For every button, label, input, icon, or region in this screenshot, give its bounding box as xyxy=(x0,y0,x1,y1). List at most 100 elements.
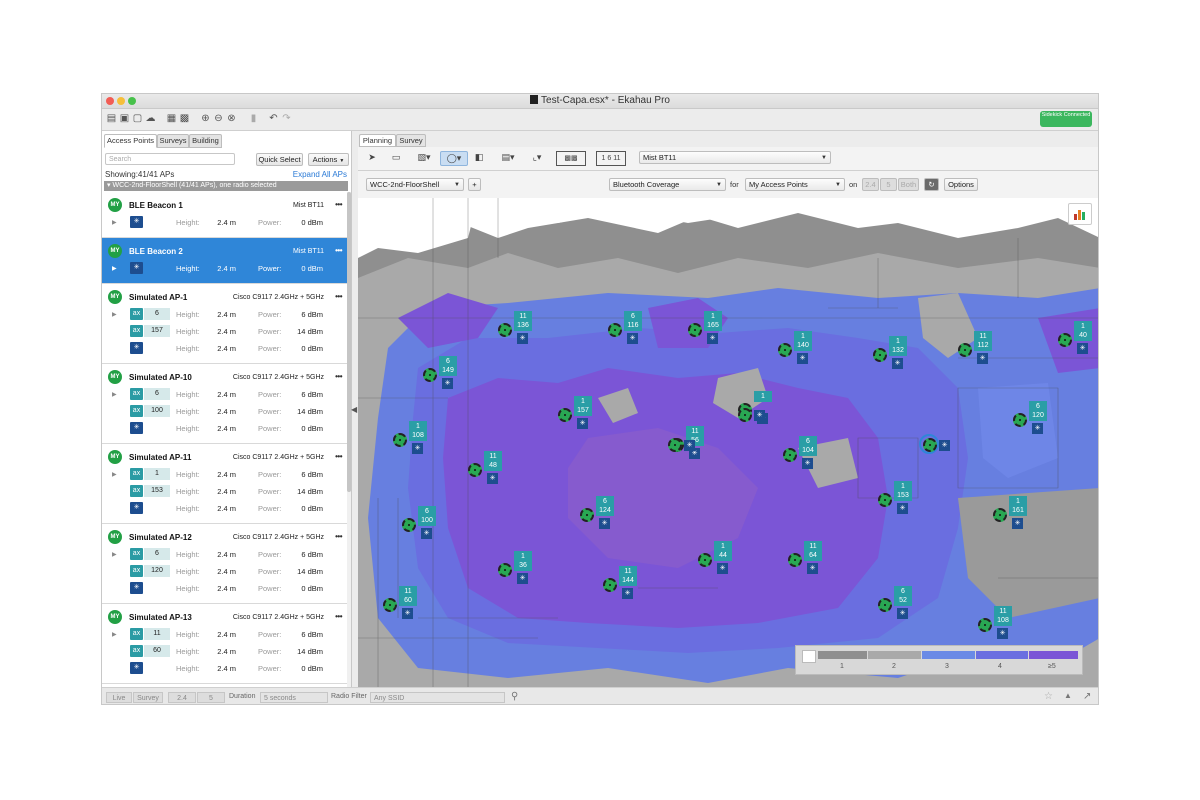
options-button[interactable]: Options xyxy=(944,178,978,191)
access-point-icon[interactable] xyxy=(383,598,397,612)
more-options-icon[interactable]: ••• xyxy=(335,292,342,301)
measure-tool-icon[interactable]: ⌞▾ xyxy=(526,151,548,164)
chevron-up-icon[interactable]: ▲ xyxy=(1064,691,1072,700)
power-value[interactable]: 6 dBm xyxy=(290,390,323,399)
duration-select[interactable]: 5 seconds xyxy=(260,692,328,703)
zoom-in-icon[interactable]: ⊕ xyxy=(200,113,211,124)
tab-building[interactable]: Building xyxy=(189,134,222,148)
access-point-icon[interactable] xyxy=(878,493,892,507)
height-value[interactable]: 2.4 m xyxy=(210,407,236,416)
redo-icon[interactable]: ↷ xyxy=(281,113,292,124)
band-24-button[interactable]: 2.4 xyxy=(168,692,196,703)
power-value[interactable]: 0 dBm xyxy=(290,504,323,513)
power-value[interactable]: 6 dBm xyxy=(290,310,323,319)
height-value[interactable]: 2.4 m xyxy=(210,470,236,479)
height-value[interactable]: 2.4 m xyxy=(210,487,236,496)
access-point-icon[interactable] xyxy=(1058,333,1072,347)
tab-surveys[interactable]: Surveys xyxy=(157,134,189,148)
channel-value[interactable]: 153 xyxy=(144,485,170,497)
channel-value[interactable]: 6 xyxy=(144,308,170,320)
floor-group-header[interactable]: ▾ WCC-2nd-FloorShell (41/41 APs), one ra… xyxy=(104,181,348,191)
channel-value[interactable]: 6 xyxy=(144,388,170,400)
star-icon[interactable]: ☆ xyxy=(1044,691,1053,702)
channel-value[interactable]: 100 xyxy=(144,405,170,417)
channel-value[interactable]: 120 xyxy=(144,565,170,577)
expand-triangle-icon[interactable]: ▶ xyxy=(112,391,117,398)
access-point-icon[interactable] xyxy=(993,508,1007,522)
tab-planning[interactable]: Planning xyxy=(359,134,396,147)
report-icon[interactable]: ▦ xyxy=(166,113,177,124)
ap-list-item[interactable]: MY Simulated AP-1 Cisco C9117 2.4GHz + 5GH… xyxy=(102,284,348,364)
height-value[interactable]: 2.4 m xyxy=(210,550,236,559)
zoom-fit-icon[interactable]: ⊗ xyxy=(226,113,237,124)
height-value[interactable]: 2.4 m xyxy=(210,327,236,336)
select-arrow-icon[interactable]: ➤ xyxy=(366,151,378,164)
access-point-icon[interactable] xyxy=(603,578,617,592)
expand-triangle-icon[interactable]: ▶ xyxy=(112,265,117,272)
channel-value[interactable]: 60 xyxy=(144,645,170,657)
ap-placement-tool-icon[interactable]: ◯▾ xyxy=(440,151,468,166)
access-point-icon[interactable] xyxy=(688,323,702,337)
channel-plan-icon[interactable]: ▩▩ xyxy=(556,151,586,166)
access-point-icon[interactable] xyxy=(498,563,512,577)
channel-value[interactable]: 6 xyxy=(144,548,170,560)
ap-list-scrollbar[interactable] xyxy=(347,192,351,687)
ap-model-select[interactable]: Mist BT11 ▼ xyxy=(639,151,831,164)
copy-icon[interactable]: ▩ xyxy=(179,113,190,124)
access-point-icon[interactable] xyxy=(958,343,972,357)
access-point-icon[interactable] xyxy=(783,448,797,462)
power-value[interactable]: 0 dBm xyxy=(290,584,323,593)
access-point-icon[interactable] xyxy=(738,408,752,422)
ap-list-item[interactable]: MY Simulated AP-13 Cisco C9117 2.4GHz + 5G… xyxy=(102,604,348,684)
band-5-button[interactable]: 5 xyxy=(197,692,225,703)
note-tool-icon[interactable]: ▤▾ xyxy=(497,151,519,164)
height-value[interactable]: 2.4 m xyxy=(210,584,236,593)
more-options-icon[interactable]: ••• xyxy=(335,246,342,255)
more-options-icon[interactable]: ••• xyxy=(335,452,342,461)
floor-select[interactable]: WCC-2nd-FloorShell ▼ xyxy=(366,178,464,191)
band-both-toggle[interactable]: Both xyxy=(898,178,919,191)
height-value[interactable]: 2.4 m xyxy=(210,567,236,576)
power-value[interactable]: 0 dBm xyxy=(290,264,323,273)
undo-icon[interactable]: ↶ xyxy=(268,113,279,124)
power-value[interactable]: 0 dBm xyxy=(290,218,323,227)
access-point-icon[interactable] xyxy=(402,518,416,532)
access-point-icon[interactable] xyxy=(788,553,802,567)
height-value[interactable]: 2.4 m xyxy=(210,424,236,433)
export-icon[interactable]: ▢ xyxy=(132,113,143,124)
power-value[interactable]: 0 dBm xyxy=(290,664,323,673)
height-value[interactable]: 2.4 m xyxy=(210,664,236,673)
height-value[interactable]: 2.4 m xyxy=(210,647,236,656)
popout-icon[interactable]: ↗ xyxy=(1083,691,1091,702)
power-value[interactable]: 14 dBm xyxy=(290,647,323,656)
more-options-icon[interactable]: ••• xyxy=(335,372,342,381)
access-point-icon[interactable] xyxy=(498,323,512,337)
channel-value[interactable]: 11 xyxy=(144,628,170,640)
power-value[interactable]: 0 dBm xyxy=(290,424,323,433)
power-value[interactable]: 14 dBm xyxy=(290,567,323,576)
cloud-icon[interactable]: ☁ xyxy=(145,113,156,124)
power-value[interactable]: 14 dBm xyxy=(290,327,323,336)
expand-triangle-icon[interactable]: ▶ xyxy=(112,219,117,226)
visualization-select[interactable]: Bluetooth Coverage ▼ xyxy=(609,178,726,191)
ap-list-item[interactable]: MY BLE Beacon 1 Mist BT11 ••• ▶ ✳ Height: 2.4 m… xyxy=(102,192,348,238)
access-point-icon[interactable] xyxy=(668,438,682,452)
wall-tool-icon[interactable]: ▧▾ xyxy=(413,151,435,164)
height-value[interactable]: 2.4 m xyxy=(210,504,236,513)
zoom-out-icon[interactable]: ⊖ xyxy=(213,113,224,124)
open-folder-icon[interactable]: ▤ xyxy=(106,113,117,124)
save-icon[interactable]: ▣ xyxy=(119,113,130,124)
live-button[interactable]: Live xyxy=(106,692,132,703)
band-5-toggle[interactable]: 5 xyxy=(880,178,897,191)
tab-access-points[interactable]: Access Points xyxy=(104,134,157,148)
area-tool-icon[interactable]: ◧ xyxy=(471,151,487,164)
band-24-toggle[interactable]: 2.4 xyxy=(862,178,879,191)
height-value[interactable]: 2.4 m xyxy=(210,344,236,353)
more-options-icon[interactable]: ••• xyxy=(335,200,342,209)
add-floor-button[interactable]: + xyxy=(468,178,481,191)
for-select[interactable]: My Access Points ▼ xyxy=(745,178,845,191)
channel-value[interactable]: 157 xyxy=(144,325,170,337)
ap-list-item[interactable]: MY Simulated AP-12 Cisco C9117 2.4GHz + 5G… xyxy=(102,524,348,604)
power-value[interactable]: 14 dBm xyxy=(290,487,323,496)
search-icon[interactable]: ⚲ xyxy=(511,691,518,702)
